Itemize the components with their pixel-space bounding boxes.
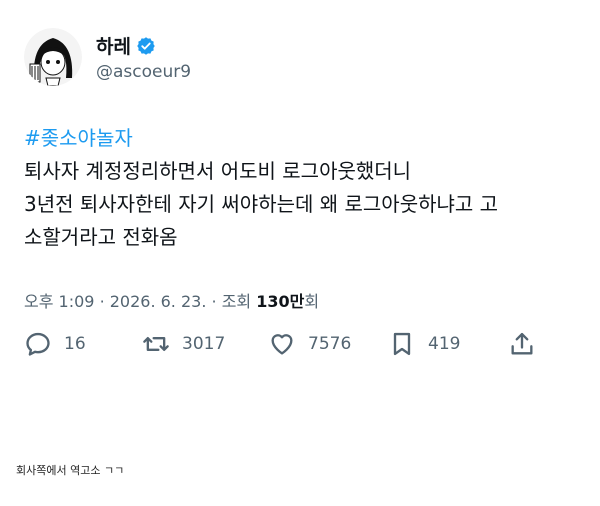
author-name-row: 하레 [96, 32, 156, 59]
bookmark-button[interactable]: 419 [388, 330, 460, 358]
author-handle[interactable]: @ascoeur9 [96, 62, 191, 82]
share-button[interactable] [508, 330, 536, 358]
reply-count: 16 [64, 334, 86, 354]
tweet-text-line: 퇴사자 계정정리하면서 어도비 로그아웃했더니 [24, 159, 412, 183]
tweet-text-line: 소할거라고 전화옴 [24, 225, 178, 249]
views-label: 조회 [221, 292, 252, 311]
tweet-card: 하레 @ascoeur9 #좆소야놀자 퇴사자 계정정리하면서 어도비 로그아웃… [0, 0, 600, 400]
retweet-button[interactable]: 3017 [142, 330, 225, 358]
avatar[interactable] [24, 28, 82, 86]
views-count: 130만 [256, 292, 305, 311]
tweet-time[interactable]: 오후 1:09 [24, 292, 94, 311]
reply-button[interactable]: 16 [24, 330, 86, 358]
hashtag-link[interactable]: #좆소야놀자 [24, 122, 584, 155]
retweet-icon [143, 337, 169, 351]
avatar-illustration-icon [24, 28, 82, 86]
like-button[interactable]: 7576 [268, 330, 351, 358]
tweet-text-line: 3년전 퇴사자한테 자기 써야하는데 왜 로그아웃하냐고 고 [24, 192, 499, 216]
verified-badge-icon [137, 36, 155, 55]
share-icon [511, 332, 533, 355]
author-display-name[interactable]: 하레 [96, 32, 131, 59]
bookmark-icon [393, 332, 411, 356]
bookmark-count: 419 [428, 334, 461, 354]
post-caption: 회사쪽에서 역고소 ㄱㄱ [16, 464, 125, 477]
views-suffix: 회 [304, 292, 320, 311]
reply-icon [26, 332, 50, 356]
tweet-date[interactable]: 2026. 6. 23. [110, 292, 207, 311]
like-count: 7576 [308, 334, 352, 354]
tweet-meta: 오후 1:09 · 2026. 6. 23. · 조회 130만회 [24, 292, 320, 311]
heart-icon [271, 334, 293, 355]
tweet-text: #좆소야놀자 퇴사자 계정정리하면서 어도비 로그아웃했더니 3년전 퇴사자한테… [24, 122, 584, 254]
retweet-count: 3017 [182, 334, 226, 354]
action-bar: 16 3017 7576 419 [24, 330, 544, 362]
